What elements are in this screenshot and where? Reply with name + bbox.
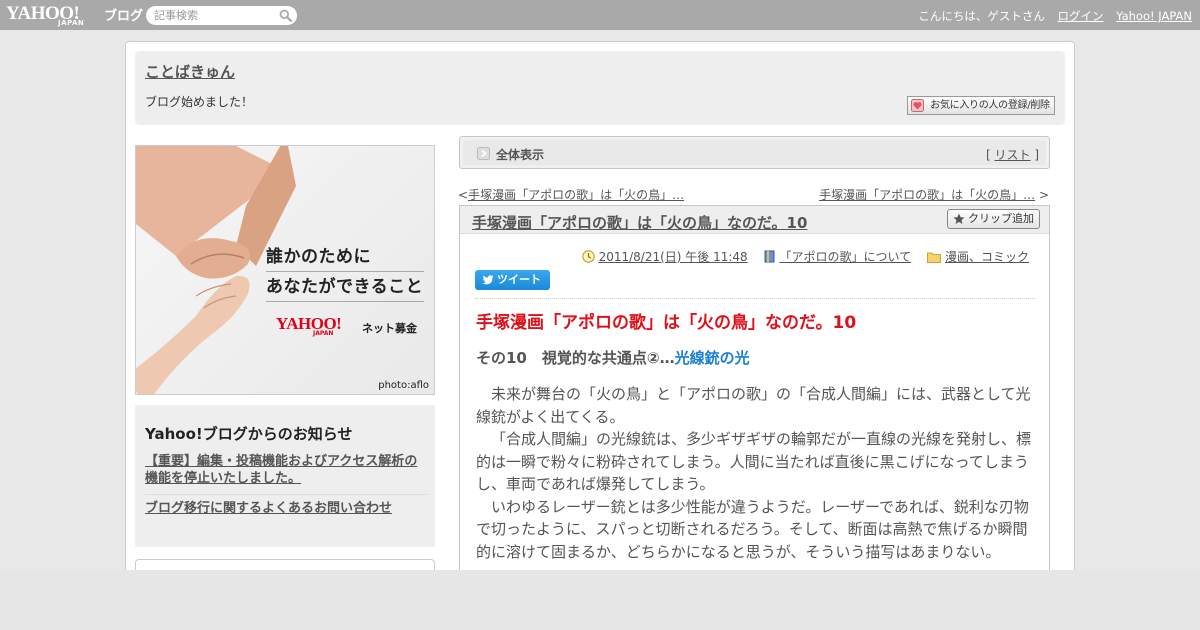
logo-blog-text: ブログ — [104, 9, 144, 24]
bracket-close: ] — [1034, 148, 1039, 162]
post-heading: 手塚漫画「アポロの歌」は「火の鳥」なのだ。10 — [476, 313, 857, 333]
banner-yahoo-logo-sub: JAPAN — [313, 330, 334, 337]
post-paragraph: 未来が舞台の「火の鳥」と「アポロの歌」の「合成人間編」には、武器として光線銃がよ… — [476, 385, 1031, 426]
clock-icon — [581, 250, 595, 263]
next-article-link[interactable]: 手塚漫画「アポロの歌」は「火の鳥」… — [819, 188, 1035, 202]
book-icon — [764, 250, 774, 263]
heart-icon — [911, 99, 924, 112]
star-icon — [953, 213, 965, 224]
top-bar: YAHOO! JAPAN ブログ こんにちは、ゲストさん ログイン Yahoo!… — [0, 0, 1200, 30]
view-mode-bar: 全体表示 [ リスト ] — [459, 136, 1050, 169]
blog-description: ブログ始めました！ — [145, 95, 254, 109]
page-frame: ことばきゅん ブログ始めました！ お気に入りの人の登録/削除 誰かのために あな… — [125, 41, 1075, 599]
banner-photo-credit: photo:aflo — [378, 380, 429, 391]
blog-title-link[interactable]: ことばきゅん — [145, 61, 235, 82]
charity-banner[interactable]: 誰かのために あなたができること YAHOO! JAPAN ネット募金 phot… — [135, 145, 435, 395]
prev-article-link[interactable]: 手塚漫画「アポロの歌」は「火の鳥」… — [468, 188, 684, 202]
post-paragraph: いわゆるレーザー銃とは多少性能が違うようだ。レーザーであれば、鋭利な刃物で切った… — [476, 497, 1029, 561]
notice-box: Yahoo!ブログからのお知らせ 【重要】編集・投稿機能およびアクセス解析の機能… — [135, 405, 435, 547]
banner-line-2: あなたができること — [266, 277, 424, 297]
next-article-pager: 手塚漫画「アポロの歌」は「火の鳥」… > — [819, 186, 1049, 203]
tweet-button[interactable]: ツイート — [475, 270, 550, 290]
favorite-register-label: お気に入りの人の登録/削除 — [930, 100, 1050, 111]
banner-service-label: ネット募金 — [362, 322, 417, 335]
book-category-group: 「アポロの歌」について — [764, 250, 915, 264]
login-link[interactable]: ログイン — [1058, 9, 1104, 23]
search-input[interactable] — [154, 8, 274, 23]
clip-add-label: クリップ追加 — [968, 212, 1034, 225]
notice-divider — [145, 494, 427, 495]
article-header: 手塚漫画「アポロの歌」は「火の鳥」なのだ。10 クリップ追加 — [460, 206, 1049, 234]
banner-line-1: 誰かのために — [266, 247, 371, 267]
article: 手塚漫画「アポロの歌」は「火の鳥」なのだ。10 クリップ追加 2011/8/21… — [459, 205, 1050, 585]
book-tag-link[interactable]: 「アポロの歌」について — [780, 250, 912, 264]
notice-link-service-stop[interactable]: 【重要】編集・投稿機能およびアクセス解析の機能を停止いたしました。 — [145, 453, 427, 487]
tweet-label: ツイート — [497, 273, 541, 286]
article-date-link[interactable]: 2011/8/21(日) 午後 11:48 — [599, 250, 748, 264]
clip-add-button[interactable]: クリップ追加 — [947, 209, 1040, 229]
meta-divider — [475, 298, 1035, 299]
notice-link-migration-faq[interactable]: ブログ移行に関するよくあるお問い合わせ — [145, 500, 427, 517]
folder-category-group: 漫画、コミック — [926, 250, 1029, 264]
search-icon[interactable] — [279, 9, 292, 22]
bracket-open: [ — [985, 148, 991, 162]
post-body: 未来が舞台の「火の鳥」と「アポロの歌」の「合成人間編」には、武器として光線銃がよ… — [476, 383, 1036, 563]
bottom-overlay-strip — [0, 570, 1200, 630]
post-paragraph: 「合成人間編」の光線銃は、多少ギザギザの輪郭だが一直線の光線を発射し、標的は一瞬… — [476, 430, 1032, 493]
subheading-prefix: その10 視覚的な共通点②… — [476, 349, 675, 367]
subheading-highlight: 光線銃の光 — [674, 349, 750, 367]
article-search — [146, 6, 297, 25]
yahoo-japan-link[interactable]: Yahoo! JAPAN — [1116, 9, 1192, 23]
banner-rule-2 — [266, 301, 424, 302]
greeting-text: こんにちは、ゲストさん — [918, 9, 1045, 23]
prev-article-pager: <手塚漫画「アポロの歌」は「火の鳥」… — [458, 186, 684, 203]
logo-sub-text: JAPAN — [58, 19, 85, 27]
category-link[interactable]: 漫画、コミック — [945, 250, 1029, 264]
notice-title: Yahoo!ブログからのお知らせ — [145, 425, 353, 443]
view-mode-bar-inner: 全体表示 [ リスト ] — [463, 140, 1046, 165]
top-nav: こんにちは、ゲストさん ログイン Yahoo! JAPAN — [909, 8, 1192, 24]
list-view-switch: [ リスト ] — [986, 146, 1039, 163]
folder-icon — [926, 252, 941, 263]
post-subheading: その10 視覚的な共通点②…光線銃の光 — [476, 347, 750, 368]
next-arrow: > — [1038, 188, 1049, 202]
view-all-label: 全体表示 — [496, 148, 545, 162]
arrow-right-icon — [477, 147, 490, 160]
article-meta: 2011/8/21(日) 午後 11:48 「アポロの歌」について 漫画、コミッ… — [581, 248, 1029, 265]
blog-header: ことばきゅん ブログ始めました！ お気に入りの人の登録/削除 — [135, 51, 1065, 125]
prev-arrow: < — [458, 188, 469, 202]
twitter-bird-icon — [482, 275, 494, 285]
favorite-register-button[interactable]: お気に入りの人の登録/削除 — [907, 96, 1055, 115]
article-title-link[interactable]: 手塚漫画「アポロの歌」は「火の鳥」なのだ。10 — [472, 212, 825, 233]
list-view-link[interactable]: リスト — [994, 148, 1030, 162]
